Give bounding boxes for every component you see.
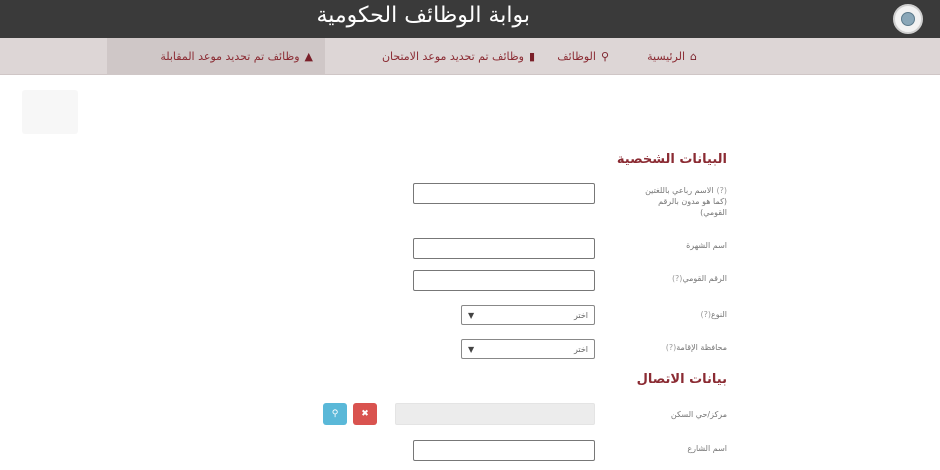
nav-exam-label: وظائف تم تحديد موعد الامتحان [381,50,524,63]
government-logo[interactable] [893,4,923,34]
street-label: اسم الشارع [687,444,727,453]
national-id-label: الرقم القومي(?) [671,274,727,283]
faded-watermark [22,90,78,134]
gender-selected-value: اختر [574,310,588,320]
help-icon: (?) [700,310,712,319]
remove-button[interactable]: ✖ [353,403,377,425]
nav-exam-scheduled[interactable]: ▮ وظائف تم تحديد موعد الامتحان [372,38,545,75]
nav-interview-label: وظائف تم تحديد موعد المقابلة [160,50,300,63]
nav-home-label: الرئيسية [647,50,686,63]
gender-select[interactable]: اختر ▼ [461,305,595,325]
nav-jobs-label: الوظائف [557,50,596,63]
national-id-input[interactable] [413,270,595,291]
search-icon: ⚲ [331,409,339,419]
governorate-selected-value: اختر [574,344,588,354]
main-navbar: ⌂ الرئيسية ⚲ الوظائف ▮ وظائف تم تحديد مو… [0,38,940,75]
chevron-down-icon: ▼ [468,310,475,320]
street-input[interactable] [413,440,595,461]
postal-readonly-field[interactable] [395,403,595,425]
surname-label: اسم الشهرة [686,241,727,250]
top-header: بوابة الوظائف الحكومية [0,0,940,38]
help-icon: (?) [716,186,728,195]
search-button[interactable]: ⚲ [323,403,347,425]
governorate-select[interactable]: اختر ▼ [461,339,595,359]
governorate-label: محافظة الإقامة(?) [665,343,727,352]
full-name-label: (?)الاسم رباعي باللغتين (كما هو مدون بال… [645,186,728,217]
nav-interview-scheduled[interactable]: ▲ وظائف تم تحديد موعد المقابلة [107,38,325,75]
emblem-icon [901,12,915,26]
surname-input[interactable] [413,238,595,259]
user-icon: ▲ [304,50,313,63]
home-icon: ⌂ [690,50,697,63]
site-title: بوابة الوظائف الحكومية [316,3,530,28]
contact-data-heading: بيانات الاتصال [636,372,727,387]
help-icon: (?) [671,274,683,283]
nav-home[interactable]: ⌂ الرئيسية [639,38,705,75]
personal-data-heading: البيانات الشخصية [616,152,727,167]
postal-label: مركز/حي السكن [670,410,727,419]
close-icon: ✖ [361,409,369,419]
help-icon: (?) [665,343,677,352]
chevron-down-icon: ▼ [468,344,475,354]
full-name-input[interactable] [413,183,595,204]
nav-jobs[interactable]: ⚲ الوظائف [549,38,617,75]
gender-label: النوع(?) [700,310,727,319]
search-icon: ⚲ [600,50,609,63]
file-icon: ▮ [528,50,535,63]
